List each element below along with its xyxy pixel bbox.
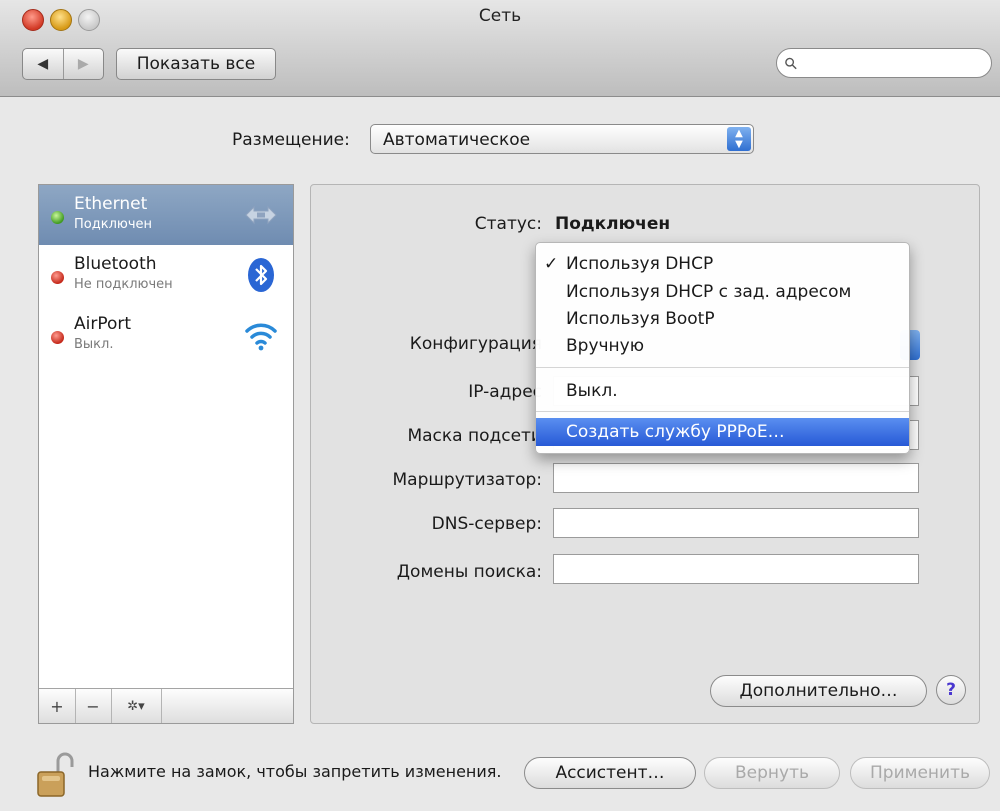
popup-arrows-icon: ▲ ▼ — [727, 127, 751, 151]
status-indicator-red — [51, 331, 64, 344]
search-domains-label: Домены поиска: — [396, 562, 542, 582]
advanced-button[interactable]: Дополнительно… — [710, 675, 927, 707]
service-status: Подключен — [74, 217, 152, 232]
checkmark-icon: ✓ — [544, 254, 559, 274]
menu-item-label: Создать службу PPPoE… — [566, 422, 785, 442]
service-name: AirPort — [74, 314, 132, 334]
help-button[interactable]: ? — [936, 675, 966, 705]
menu-item-manual[interactable]: Вручную — [536, 332, 909, 360]
show-all-button[interactable]: Показать все — [116, 48, 276, 80]
bluetooth-icon — [248, 258, 274, 292]
title-bar: Сеть ◀ ▶ Показать все ⚲ — [0, 0, 1000, 97]
dns-server-label: DNS-сервер: — [431, 514, 542, 534]
menu-item-label: Используя DHCP — [566, 254, 714, 274]
search-domains-field[interactable] — [553, 554, 919, 584]
configuration-menu: ✓ Используя DHCP Используя DHCP с зад. а… — [535, 242, 910, 454]
location-value: Автоматическое — [383, 130, 531, 150]
status-indicator-green — [51, 211, 64, 224]
ethernet-icon — [245, 205, 277, 225]
router-field[interactable] — [553, 463, 919, 493]
status-value: Подключен — [555, 214, 671, 234]
wifi-icon — [245, 323, 277, 351]
window-title: Сеть — [478, 6, 522, 26]
forward-button[interactable]: ▶ — [64, 49, 104, 79]
service-item-bluetooth[interactable]: Bluetooth Не подключен — [39, 245, 293, 305]
service-status: Не подключен — [74, 277, 173, 292]
service-item-ethernet[interactable]: Ethernet Подключен — [39, 185, 293, 245]
subnet-mask-label: Маска подсети — [407, 426, 542, 446]
search-icon: ⚲ — [779, 52, 802, 74]
menu-item-dhcp-manual[interactable]: Используя DHCP с зад. адресом — [536, 278, 909, 306]
service-name: Ethernet — [74, 194, 148, 214]
location-label: Размещение: — [232, 130, 350, 150]
menu-item-label: Используя BootP — [566, 309, 715, 329]
menu-item-create-pppoe[interactable]: Создать службу PPPoE… — [536, 418, 909, 446]
ip-address-label: IP-адрес — [468, 382, 542, 402]
menu-item-off[interactable]: Выкл. — [536, 377, 909, 405]
menu-item-bootp[interactable]: Используя BootP — [536, 305, 909, 333]
revert-button[interactable]: Вернуть — [704, 757, 840, 789]
menu-item-label: Выкл. — [566, 381, 618, 401]
remove-service-button[interactable]: − — [75, 689, 112, 723]
back-button[interactable]: ◀ — [23, 49, 64, 79]
unlocked-lock-icon[interactable] — [36, 752, 76, 798]
service-list: Ethernet Подключен Bluetooth Не подключе… — [38, 184, 294, 724]
location-popup[interactable]: Автоматическое ▲ ▼ — [370, 124, 754, 154]
status-label: Статус: — [474, 214, 542, 234]
service-list-footer: + − ✲▾ — [39, 688, 293, 723]
search-field[interactable]: ⚲ — [776, 48, 992, 78]
dns-server-field[interactable] — [553, 508, 919, 538]
service-status: Выкл. — [74, 337, 114, 352]
menu-item-dhcp[interactable]: ✓ Используя DHCP — [536, 250, 909, 278]
search-input[interactable] — [802, 53, 977, 73]
menu-item-label: Вручную — [566, 336, 645, 356]
router-label: Маршрутизатор: — [392, 470, 542, 490]
menu-separator — [536, 367, 909, 368]
assistant-button[interactable]: Ассистент… — [524, 757, 696, 789]
action-menu-button[interactable]: ✲▾ — [111, 689, 162, 723]
menu-separator — [536, 411, 909, 412]
service-name: Bluetooth — [74, 254, 157, 274]
add-service-button[interactable]: + — [39, 689, 76, 723]
service-item-airport[interactable]: AirPort Выкл. — [39, 305, 293, 365]
lock-message: Нажмите на замок, чтобы запретить измене… — [88, 762, 502, 781]
status-indicator-red — [51, 271, 64, 284]
back-forward-control: ◀ ▶ — [22, 48, 104, 80]
apply-button[interactable]: Применить — [850, 757, 990, 789]
network-preferences-window: Сеть ◀ ▶ Показать все ⚲ Размещение: Авто… — [0, 0, 1000, 811]
configuration-label: Конфигурация — [409, 334, 542, 354]
menu-item-label: Используя DHCP с зад. адресом — [566, 282, 852, 302]
